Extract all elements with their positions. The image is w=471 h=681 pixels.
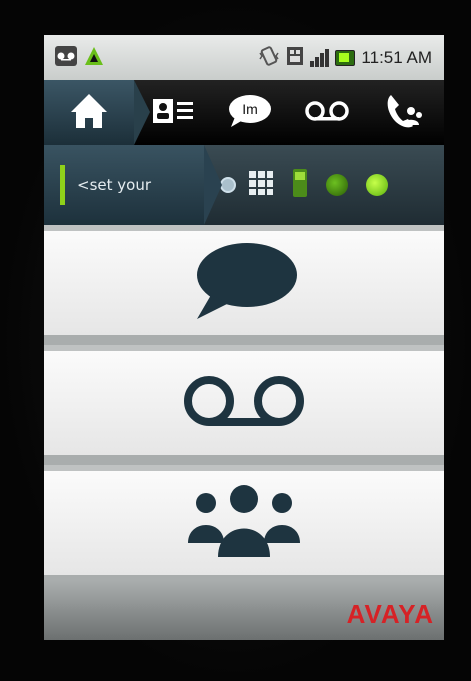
signal-bars-icon: [310, 48, 330, 67]
brand-footer: AVAYA: [44, 580, 444, 640]
status-dot-icon[interactable]: [326, 174, 348, 196]
im-label: Im: [242, 101, 258, 117]
home-action-list: [44, 225, 444, 585]
voicemail-icon: [181, 373, 307, 433]
battery-icon: [335, 49, 356, 66]
device-frame: 11:51 AM Im <set your AVAYA: [0, 0, 471, 681]
phone-group-icon: [383, 91, 425, 135]
tab-home[interactable]: [44, 80, 150, 145]
list-item-voicemail[interactable]: [44, 345, 444, 465]
speech-bubble-icon: [189, 241, 299, 325]
keypad-icon[interactable]: [248, 170, 274, 200]
list-item-groups[interactable]: [44, 465, 444, 585]
voicemail-tape-icon: [54, 45, 78, 71]
status-dot-bright-icon[interactable]: [366, 174, 388, 196]
presence-status-text: <set your: [77, 176, 151, 194]
presence-indicator: [60, 165, 65, 205]
list-item-messages[interactable]: [44, 225, 444, 345]
phone-screen: 11:51 AM Im <set your AVAYA: [44, 35, 444, 640]
chat-bubble-icon: Im: [227, 93, 273, 133]
presence-controls: [204, 145, 444, 225]
presence-bar: <set your: [44, 145, 444, 225]
presence-status-button[interactable]: <set your: [44, 145, 222, 225]
main-tab-bar: Im: [44, 80, 444, 145]
clock: 11:51 AM: [361, 47, 432, 67]
tab-voicemail[interactable]: [288, 80, 365, 145]
tab-conference[interactable]: [365, 80, 442, 145]
phone-device-icon[interactable]: [292, 168, 308, 202]
phone-vibrate-icon: [258, 45, 280, 71]
home-icon: [69, 92, 109, 134]
people-group-icon: [184, 483, 304, 563]
voicemail-icon: [304, 100, 350, 126]
tab-im[interactable]: Im: [211, 80, 288, 145]
sim-icon: [286, 46, 304, 70]
status-bar: 11:51 AM: [44, 35, 444, 80]
warning-triangle-icon: [84, 46, 104, 70]
avaya-logo: AVAYA: [346, 599, 434, 629]
contact-card-icon: [152, 96, 194, 130]
presence-small-dot-icon: [220, 177, 236, 193]
